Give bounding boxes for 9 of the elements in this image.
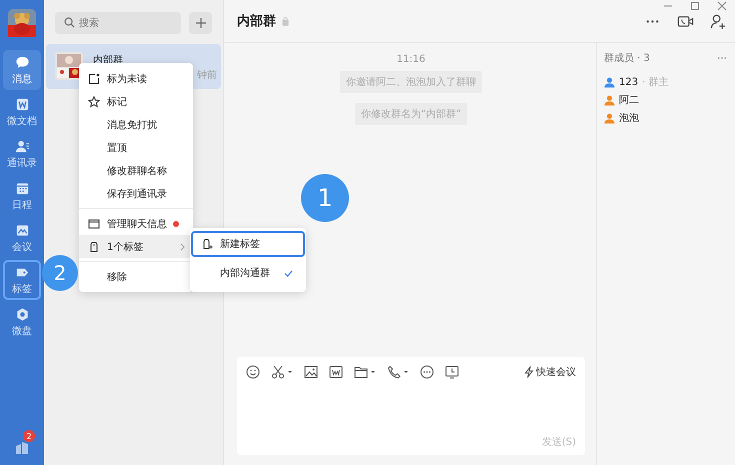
message-time: 11:16 xyxy=(396,54,426,65)
system-notice: 你邀请阿二、泡泡加入了群聊 xyxy=(340,71,482,93)
conversation-time: 钟前 xyxy=(197,68,217,82)
members-heading: 群成员 · 3 xyxy=(604,52,650,65)
member-role: · 群主 xyxy=(642,76,668,89)
step-number-badge: 1 xyxy=(301,174,349,222)
system-notice: 你修改群名为“内部群” xyxy=(354,103,468,125)
chat-title: 内部群 xyxy=(237,12,276,30)
notification-badge: 2 xyxy=(23,430,35,442)
